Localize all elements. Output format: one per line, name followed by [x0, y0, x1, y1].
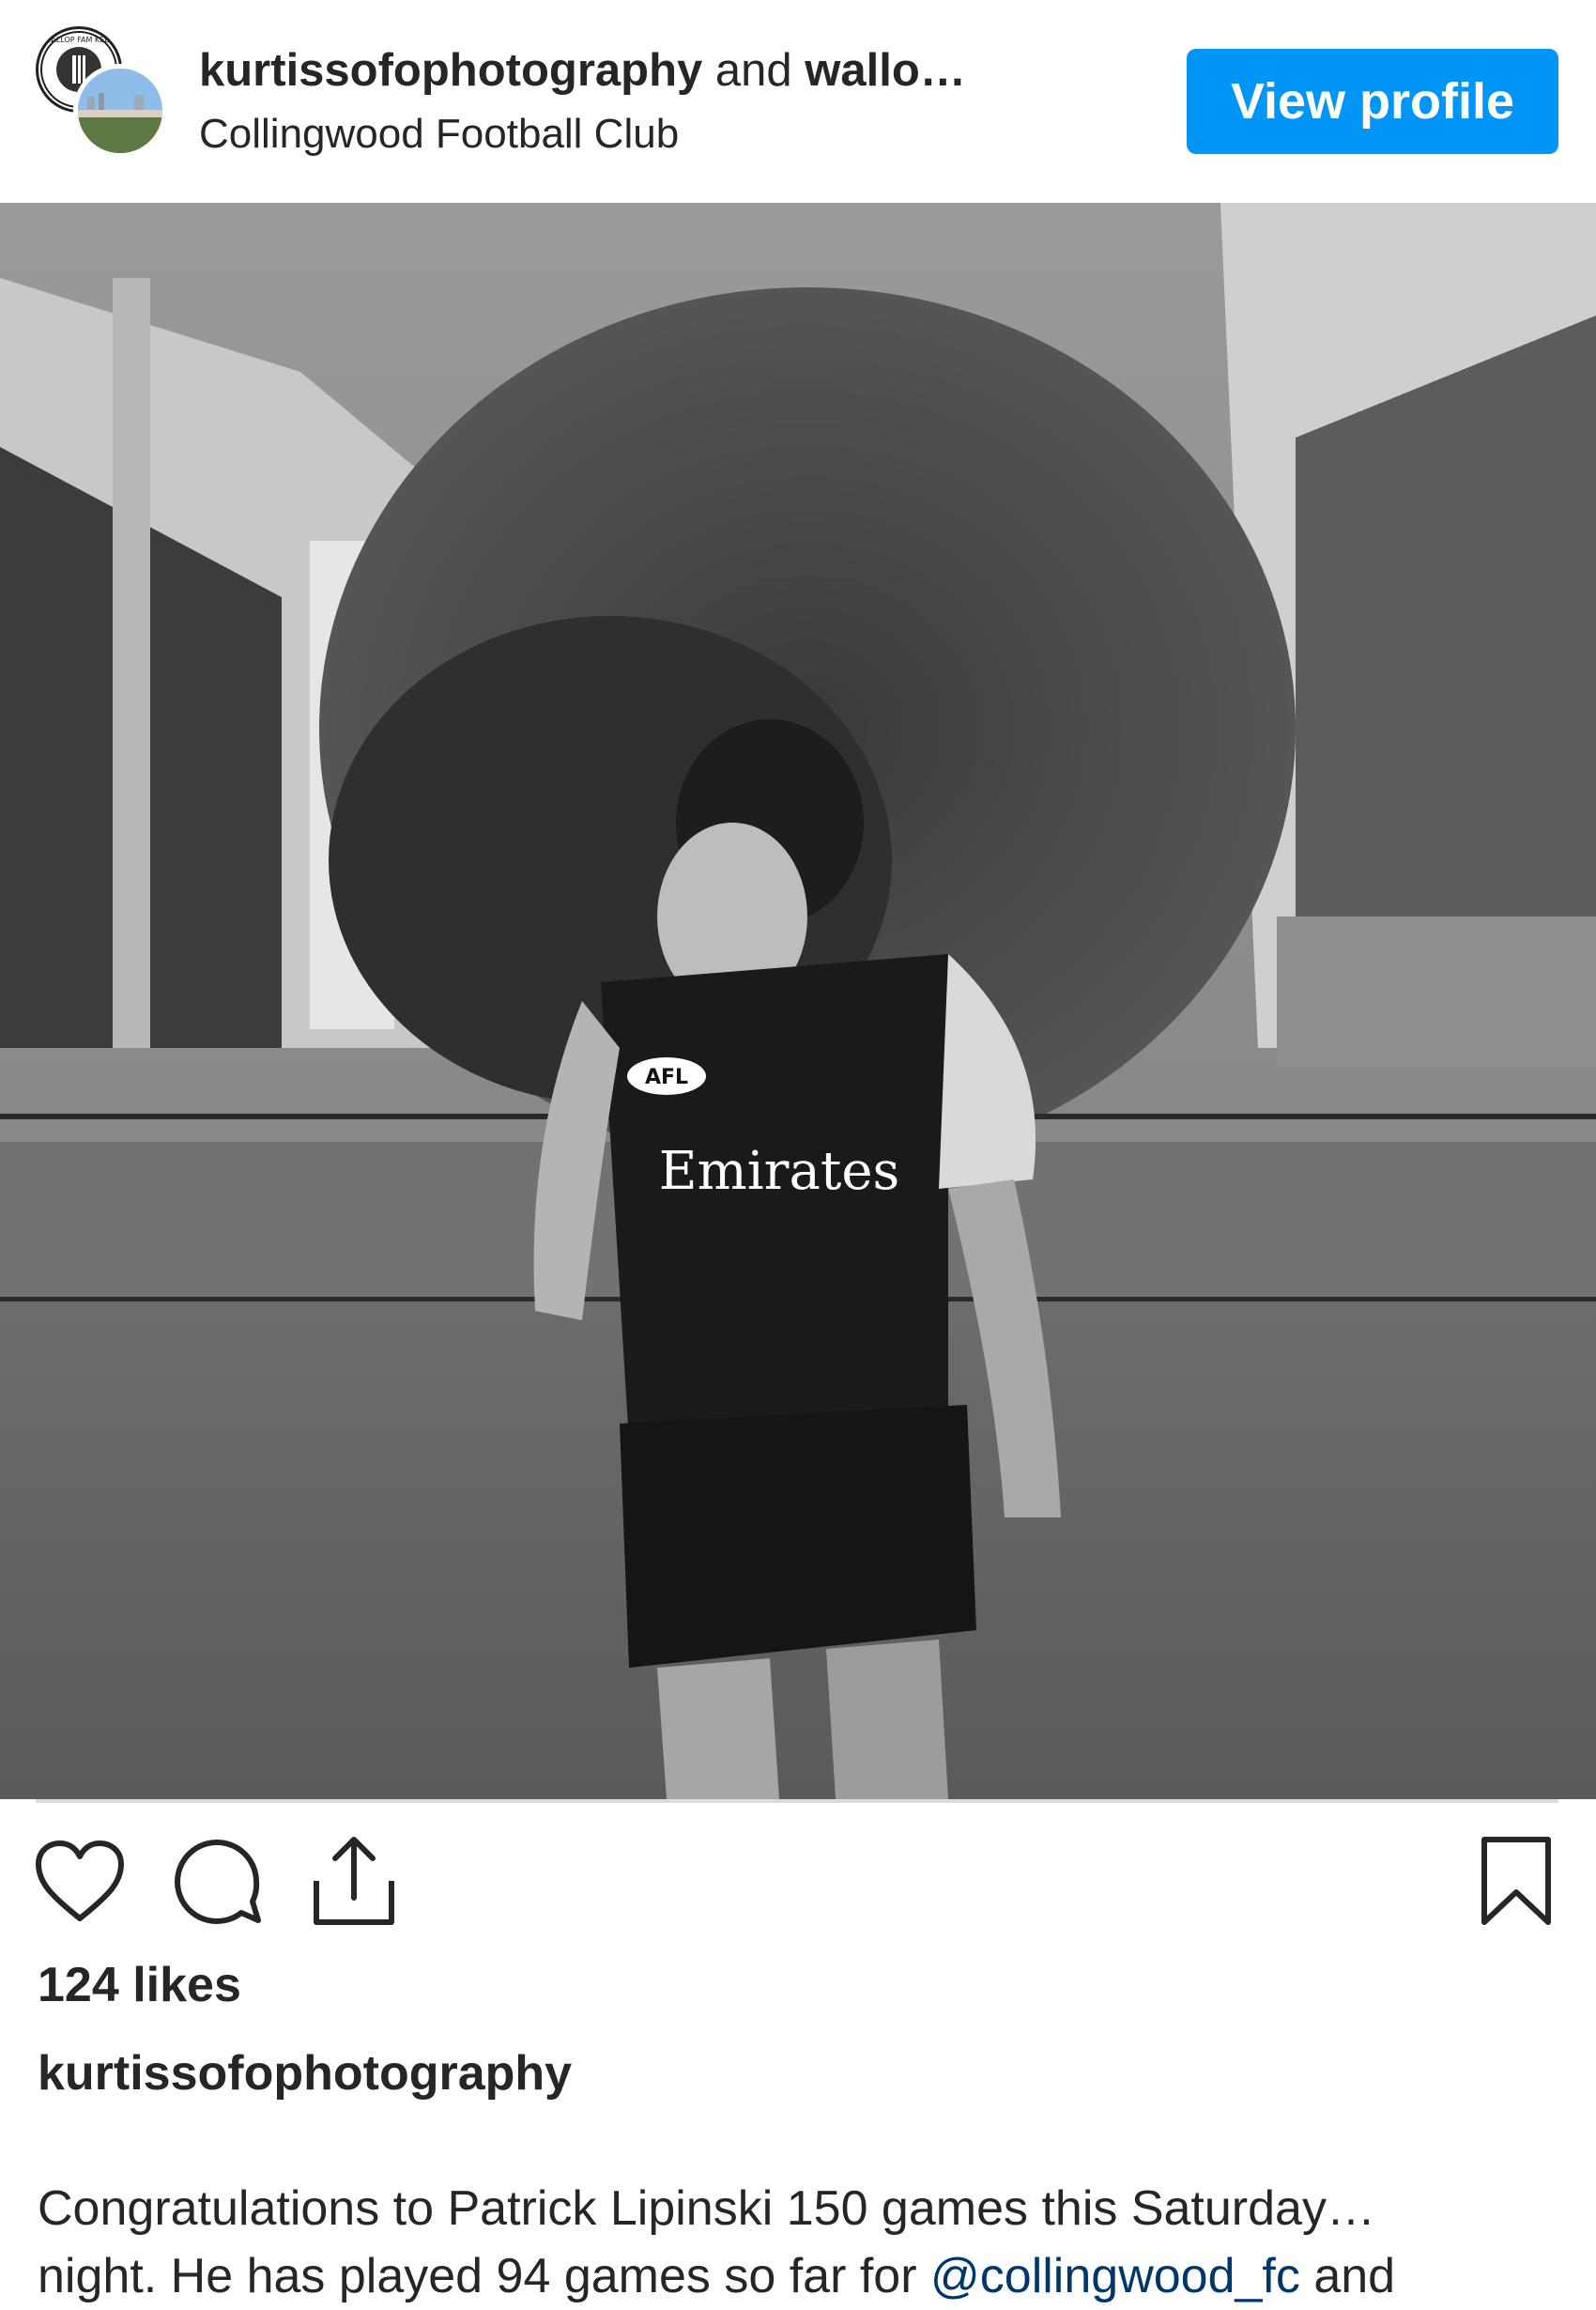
photo-illustration: Emirates AFL: [0, 203, 1596, 1799]
bookmark-icon[interactable]: [1465, 1829, 1568, 1933]
avatar-text: WALLOP FAM KEEP: [44, 36, 114, 44]
jersey-badge-text: AFL: [645, 1066, 688, 1089]
mention-link[interactable]: @collingwood_fc: [930, 2249, 1300, 2303]
jersey-sponsor-text: Emirates: [659, 1141, 899, 1202]
view-profile-button[interactable]: View profile: [1187, 49, 1558, 154]
joiner-text: and: [714, 45, 792, 96]
comment-icon[interactable]: [167, 1829, 270, 1933]
caption-line-2-suffix: and: [1299, 2249, 1396, 2303]
heart-icon[interactable]: [28, 1829, 131, 1933]
caption-text: Congratulations to Patrick Lipinski 150 …: [38, 2175, 1558, 2310]
caption-line-2-prefix: night. He has played 94 games so far for: [38, 2249, 930, 2303]
likes-count[interactable]: 124 likes: [38, 1955, 241, 2015]
secondary-username[interactable]: wallo…: [805, 45, 966, 96]
share-icon[interactable]: [302, 1829, 406, 1933]
post-header: WALLOP FAM KEEP kurtissofophotography an…: [0, 0, 1596, 203]
caption-username[interactable]: kurtissofophotography: [38, 2043, 572, 2103]
post-image[interactable]: Emirates AFL: [0, 203, 1596, 1799]
location-label[interactable]: Collingwood Football Club: [199, 108, 679, 161]
avatar-group[interactable]: WALLOP FAM KEEP: [36, 26, 167, 158]
caption-line-1: Congratulations to Patrick Lipinski 150 …: [38, 2181, 1375, 2236]
divider: [36, 1799, 1558, 1803]
caption-line-2: night. He has played 94 games so far for…: [38, 2242, 1558, 2310]
primary-username[interactable]: kurtissofophotography: [199, 45, 702, 96]
post-owner-line: kurtissofophotography and wallo…: [199, 41, 1044, 100]
avatar-secondary[interactable]: [73, 64, 167, 158]
